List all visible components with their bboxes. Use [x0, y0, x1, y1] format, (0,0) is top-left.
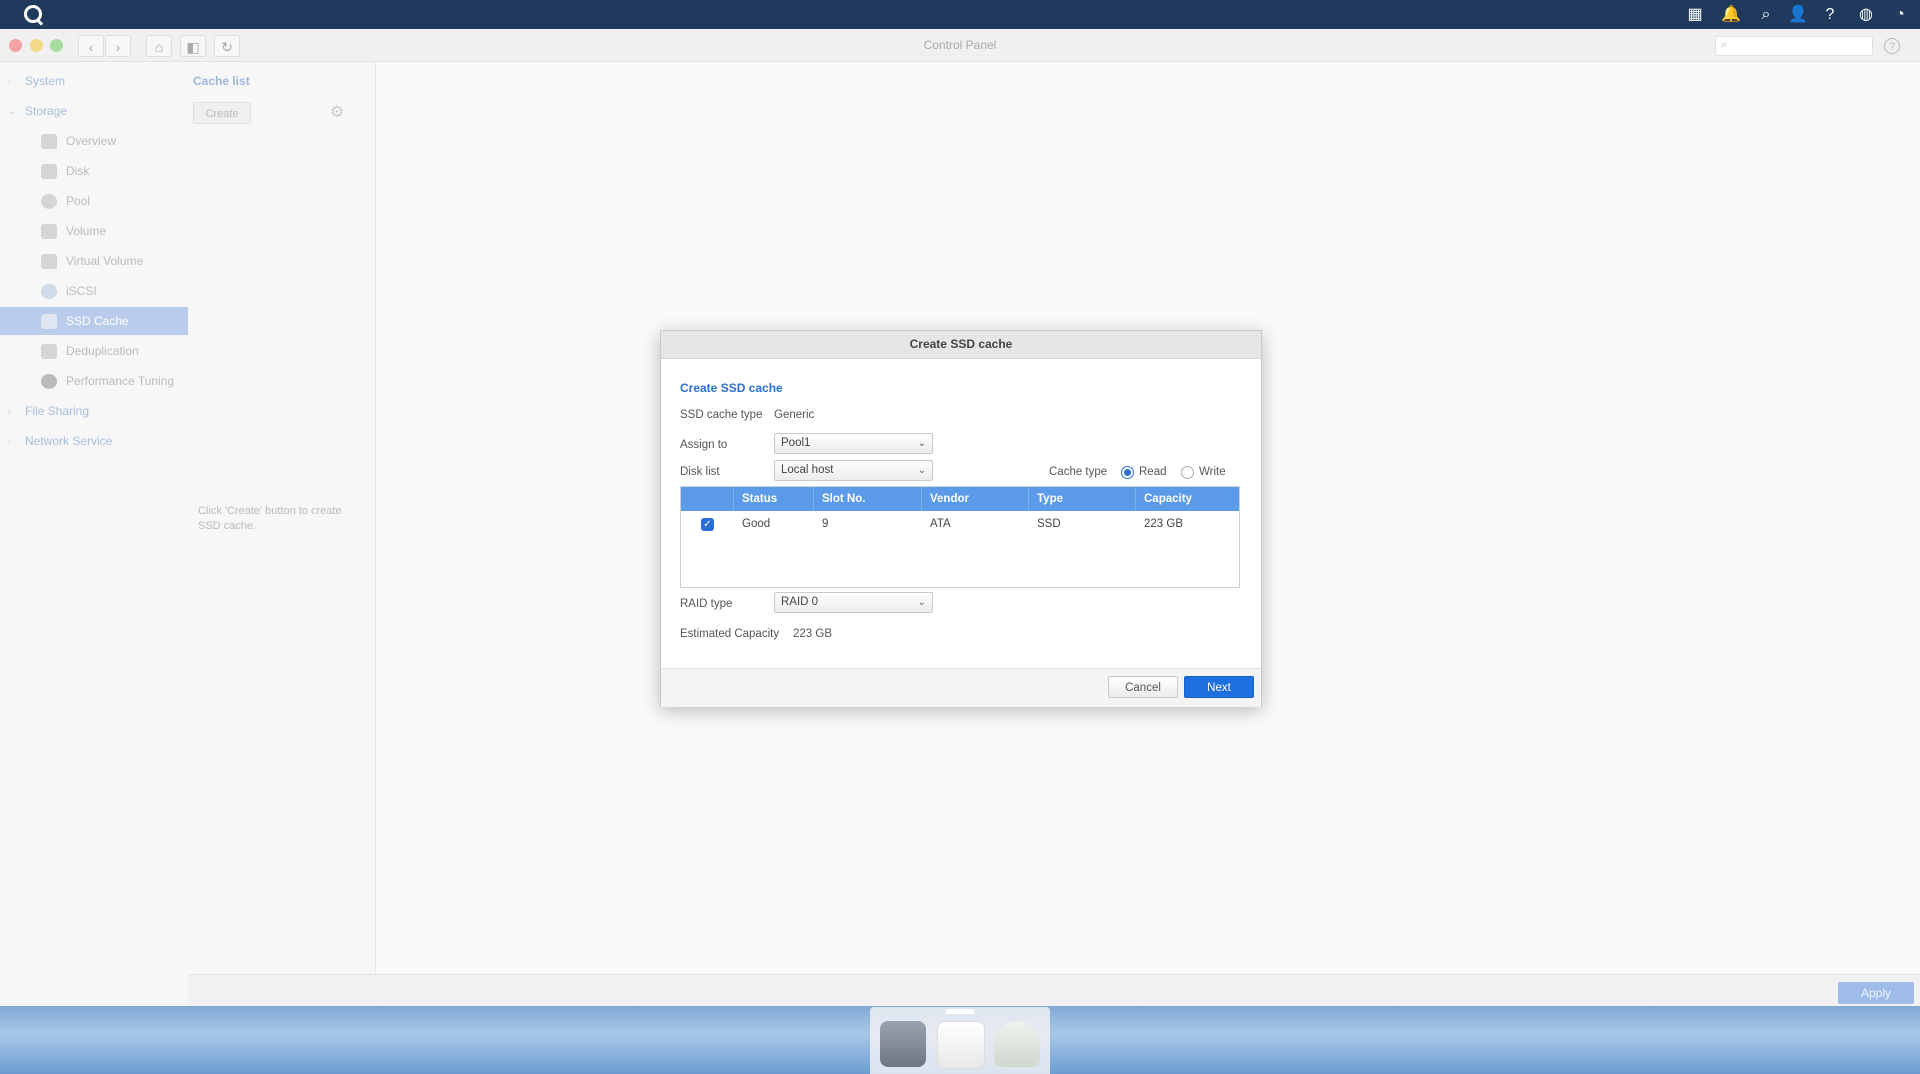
- disk-icon: [41, 164, 57, 179]
- sidebar-item-deduplication[interactable]: Deduplication: [0, 337, 188, 365]
- recycle-bin-icon[interactable]: [994, 1021, 1040, 1067]
- chevron-right-icon: ›: [8, 76, 11, 86]
- sidebar-item-ssd-cache[interactable]: SSD Cache: [0, 307, 188, 335]
- row-checkbox[interactable]: ✓: [701, 518, 714, 531]
- deduplication-icon: [41, 344, 57, 359]
- sidebar-item-performance-tuning[interactable]: Performance Tuning: [0, 367, 188, 395]
- cache-type-read-label: Read: [1139, 466, 1167, 478]
- chevron-down-icon: ⌄: [8, 106, 16, 116]
- search-icon: ⌕: [1721, 39, 1728, 51]
- sidebar-group-system[interactable]: › System: [0, 67, 188, 95]
- column-header-slot-no[interactable]: Slot No.: [813, 487, 921, 511]
- sidebar-group-file-sharing[interactable]: › File Sharing: [0, 397, 188, 425]
- window-title: Control Panel: [923, 38, 997, 52]
- assign-to-label: Assign to: [680, 439, 728, 451]
- column-header-vendor[interactable]: Vendor: [921, 487, 1028, 511]
- dialog-title: Create SSD cache: [661, 331, 1261, 359]
- estimated-capacity-label: Estimated Capacity: [680, 628, 780, 640]
- volume-icon: [41, 224, 57, 239]
- user-icon[interactable]: 👤: [1787, 4, 1809, 26]
- ssd-cache-type-label: SSD cache type: [680, 409, 763, 421]
- cell-status: Good: [742, 518, 771, 530]
- window-search-input[interactable]: ⌕: [1715, 36, 1873, 56]
- window-footer: Apply: [188, 974, 1920, 1008]
- chevron-right-icon: ›: [8, 436, 11, 446]
- column-header-status[interactable]: Status: [733, 487, 813, 511]
- cache-list-title: Cache list: [193, 74, 250, 88]
- chevron-down-icon: ⌄: [917, 597, 926, 608]
- apps-grid-icon[interactable]: ▦: [1684, 4, 1706, 26]
- virtual-volume-icon: [41, 254, 57, 269]
- sidebar-item-disk[interactable]: Disk: [0, 157, 188, 185]
- cancel-button[interactable]: Cancel: [1108, 676, 1178, 698]
- chevron-down-icon: ⌄: [917, 438, 926, 449]
- disk-table-header: Status Slot No. Vendor Type Capacity: [681, 487, 1239, 511]
- column-header-capacity[interactable]: Capacity: [1135, 487, 1239, 511]
- sidebar-item-pool[interactable]: Pool: [0, 187, 188, 215]
- raid-type-value: RAID 0: [781, 596, 819, 608]
- help-icon[interactable]: ?: [1819, 4, 1841, 26]
- cache-type-read-radio[interactable]: [1121, 466, 1134, 479]
- globe-icon[interactable]: ◍: [1855, 4, 1877, 26]
- assign-to-value: Pool1: [781, 437, 811, 449]
- disk-list-label: Disk list: [680, 466, 720, 478]
- assign-to-select[interactable]: Pool1 ⌄: [774, 433, 933, 454]
- disk-list-value: Local host: [781, 464, 834, 476]
- cell-slot-no: 9: [822, 518, 829, 530]
- dock-handle[interactable]: [946, 1009, 974, 1014]
- control-panel-app-icon[interactable]: [880, 1021, 926, 1067]
- cache-type-write-radio[interactable]: [1181, 466, 1194, 479]
- chevron-right-icon: ›: [8, 406, 11, 416]
- sidebar-item-overview[interactable]: Overview: [0, 127, 188, 155]
- chevron-down-icon: ⌄: [917, 465, 926, 476]
- create-ssd-cache-dialog: Create SSD cache Create SSD cache SSD ca…: [660, 330, 1262, 707]
- cell-capacity: 223 GB: [1144, 518, 1183, 530]
- window-help-icon[interactable]: ?: [1884, 38, 1900, 54]
- dock: [870, 1007, 1050, 1074]
- sidebar-item-virtual-volume[interactable]: Virtual Volume: [0, 247, 188, 275]
- ssd-cache-type-value: Generic: [774, 409, 815, 421]
- sidebar-item-iscsi[interactable]: iSCSI: [0, 277, 188, 305]
- cache-list-hint: Click 'Create' button to create SSD cach…: [198, 505, 342, 532]
- pool-icon: [41, 194, 57, 209]
- cache-type-label: Cache type: [1049, 466, 1108, 478]
- estimated-capacity-value: 223 GB: [793, 628, 832, 640]
- app-center-icon[interactable]: [937, 1021, 985, 1069]
- next-button[interactable]: Next: [1184, 676, 1254, 698]
- raid-type-label: RAID type: [680, 598, 733, 610]
- disk-table: Status Slot No. Vendor Type Capacity ✓ G…: [680, 486, 1240, 588]
- cell-vendor: ATA: [930, 518, 951, 530]
- disk-list-select[interactable]: Local host ⌄: [774, 460, 933, 481]
- cell-type: SSD: [1037, 518, 1061, 530]
- raid-type-select[interactable]: RAID 0 ⌄: [774, 592, 933, 613]
- qnap-logo-icon[interactable]: [24, 5, 42, 23]
- sidebar-item-volume[interactable]: Volume: [0, 217, 188, 245]
- apply-button[interactable]: Apply: [1838, 982, 1914, 1004]
- notification-bell-icon[interactable]: 🔔: [1720, 4, 1742, 26]
- cache-list-panel: Cache list Create ⚙ Click 'Create' butto…: [188, 62, 376, 974]
- dialog-subtitle: Create SSD cache: [680, 381, 783, 395]
- sidebar-group-storage[interactable]: ⌄ Storage: [0, 97, 188, 125]
- sidebar-group-network-service[interactable]: › Network Service: [0, 427, 188, 455]
- performance-tuning-icon: [41, 374, 57, 389]
- window-titlebar: ‹ › ⌂ ◧ ↻ Control Panel ⌕ ?: [0, 29, 1920, 62]
- iscsi-icon: [41, 284, 57, 299]
- ssd-cache-icon: [41, 314, 57, 329]
- sidebar: › System ⌄ Storage Overview Disk Pool Vo…: [0, 62, 189, 1007]
- dashboard-icon[interactable]: ◔: [1889, 4, 1911, 26]
- create-cache-button[interactable]: Create: [193, 102, 251, 124]
- overview-icon: [41, 134, 57, 149]
- column-header-type[interactable]: Type: [1028, 487, 1135, 511]
- search-icon[interactable]: ⌕: [1755, 4, 1777, 26]
- gear-icon[interactable]: ⚙: [325, 102, 349, 124]
- system-top-bar: ▦ 🔔 ⌕ 👤 ? ◍ ◔: [0, 0, 1920, 29]
- cache-type-write-label: Write: [1199, 466, 1226, 478]
